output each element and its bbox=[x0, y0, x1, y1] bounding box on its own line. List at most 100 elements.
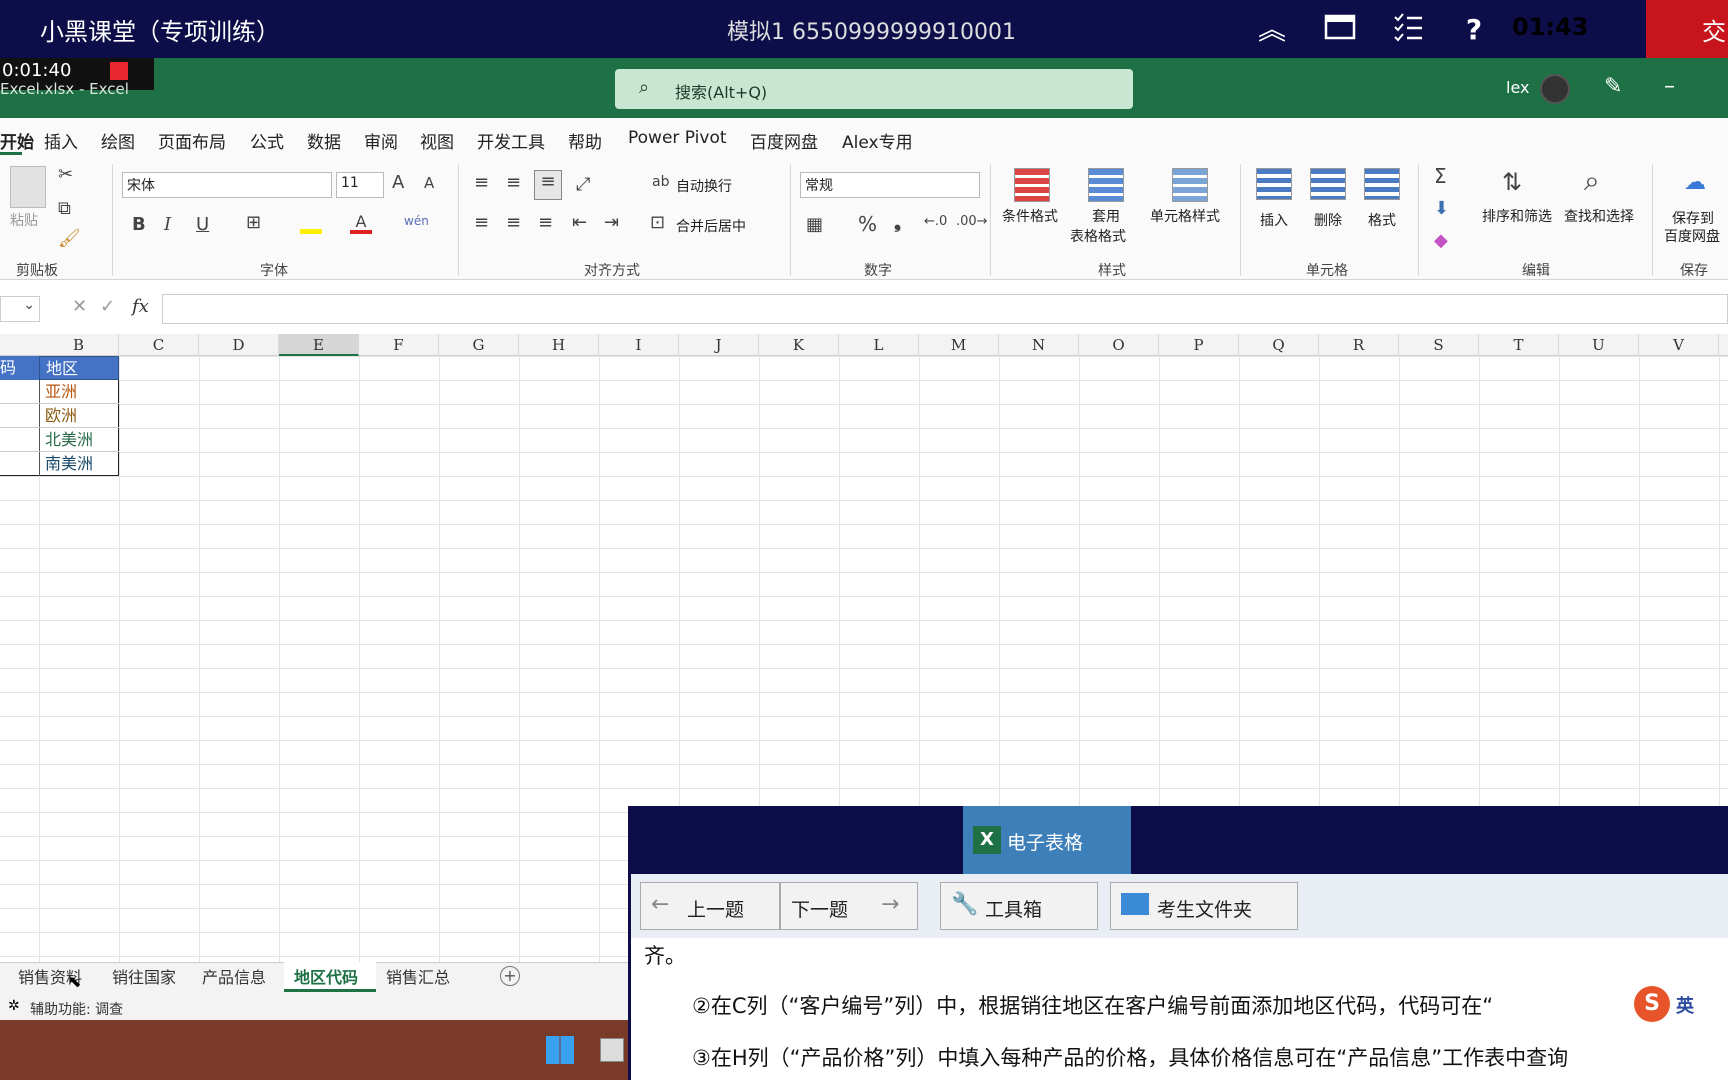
font-color-icon[interactable]: A bbox=[350, 212, 372, 234]
tab-formulas[interactable]: 公式 bbox=[250, 128, 284, 153]
align-middle-icon[interactable]: ≡ bbox=[506, 172, 521, 193]
column-header[interactable]: N bbox=[999, 334, 1079, 356]
formula-input[interactable] bbox=[162, 294, 1728, 324]
conditional-format-icon[interactable] bbox=[1014, 168, 1050, 202]
align-bottom-icon[interactable]: ≡ bbox=[534, 170, 562, 200]
cell-styles-button[interactable]: 单元格样式 bbox=[1150, 206, 1220, 226]
find-select-icon[interactable]: ⌕ bbox=[1584, 164, 1600, 198]
delete-cells-button[interactable]: 删除 bbox=[1314, 210, 1342, 230]
column-header[interactable]: D bbox=[199, 334, 279, 356]
copy-icon[interactable]: ⧉ bbox=[58, 198, 71, 219]
fill-icon[interactable]: ⬇ bbox=[1434, 198, 1449, 219]
autosum-icon[interactable]: Σ bbox=[1434, 164, 1447, 188]
submit-button[interactable]: 交 bbox=[1646, 0, 1728, 58]
candidate-folder-button[interactable]: 考生文件夹 bbox=[1110, 882, 1298, 930]
column-header[interactable]: V bbox=[1639, 334, 1719, 356]
tab-spreadsheet[interactable]: X 电子表格 bbox=[963, 806, 1131, 874]
column-header[interactable]: P bbox=[1159, 334, 1239, 356]
conditional-format-button[interactable]: 条件格式 bbox=[1002, 206, 1058, 226]
format-cells-icon[interactable] bbox=[1364, 168, 1400, 200]
column-header[interactable]: K bbox=[759, 334, 839, 356]
column-header[interactable]: S bbox=[1399, 334, 1479, 356]
avatar[interactable] bbox=[1540, 74, 1570, 104]
tab-draw[interactable]: 绘图 bbox=[101, 128, 135, 153]
paste-icon[interactable] bbox=[10, 166, 46, 208]
shrink-font-button[interactable]: A bbox=[424, 174, 434, 192]
sheet-tab-countries[interactable]: 销往国家 bbox=[112, 964, 176, 988]
orientation-icon[interactable]: ⤢ bbox=[576, 174, 590, 195]
minimize-icon[interactable]: – bbox=[1664, 74, 1675, 99]
insert-cells-button[interactable]: 插入 bbox=[1260, 210, 1288, 230]
format-cells-button[interactable]: 格式 bbox=[1368, 210, 1396, 230]
column-header[interactable]: H bbox=[519, 334, 599, 356]
baidu-cloud-icon[interactable]: ☁ bbox=[1684, 170, 1706, 195]
column-header[interactable]: L bbox=[839, 334, 919, 356]
cancel-formula-icon[interactable]: ✕ bbox=[72, 296, 87, 317]
tab-review[interactable]: 审阅 bbox=[364, 128, 398, 153]
column-header-selected[interactable]: E bbox=[279, 334, 359, 356]
accessibility-status[interactable]: 辅助功能: 调查 bbox=[30, 999, 123, 1019]
merge-center-button[interactable]: 合并后居中 bbox=[676, 216, 746, 236]
column-header[interactable]: U bbox=[1559, 334, 1639, 356]
sheet-tab-sales-summary[interactable]: 销售汇总 bbox=[386, 964, 450, 988]
bold-button[interactable]: B bbox=[132, 214, 146, 235]
column-header[interactable]: G bbox=[439, 334, 519, 356]
window-icon[interactable] bbox=[1322, 12, 1358, 48]
tab-home[interactable]: 开始 bbox=[0, 128, 34, 153]
column-header[interactable]: I bbox=[599, 334, 679, 356]
region-cell[interactable]: 亚洲 bbox=[45, 380, 77, 404]
header-cell-region[interactable]: 地区 bbox=[39, 356, 119, 380]
tab-baidu[interactable]: 百度网盘 bbox=[750, 128, 818, 153]
sheet-tab-region-code[interactable]: 地区代码 bbox=[294, 964, 358, 988]
sort-filter-icon[interactable]: ⇅ bbox=[1502, 168, 1522, 196]
next-question-button[interactable]: 下一题 → bbox=[780, 882, 918, 930]
fill-color-icon[interactable] bbox=[300, 214, 322, 234]
number-format-select[interactable]: 常规 bbox=[800, 172, 980, 198]
currency-icon[interactable]: ▦ bbox=[806, 214, 823, 235]
tab-data[interactable]: 数据 bbox=[307, 128, 341, 153]
record-stop-icon[interactable] bbox=[110, 62, 128, 80]
italic-button[interactable]: I bbox=[164, 214, 171, 235]
tab-insert[interactable]: 插入 bbox=[44, 128, 78, 153]
confirm-formula-icon[interactable]: ✓ bbox=[100, 296, 115, 317]
font-name-select[interactable]: 宋体 bbox=[122, 172, 332, 198]
tab-page-layout[interactable]: 页面布局 bbox=[158, 128, 226, 153]
tab-help[interactable]: 帮助 bbox=[568, 128, 602, 153]
tab-power-pivot[interactable]: Power Pivot bbox=[628, 128, 727, 148]
name-box-dropdown-icon[interactable]: ⌄ bbox=[0, 296, 40, 322]
column-header[interactable]: J bbox=[679, 334, 759, 356]
collapse-up-icon[interactable]: ︽ bbox=[1254, 12, 1290, 48]
insert-function-button[interactable]: fx bbox=[132, 296, 149, 317]
prev-question-button[interactable]: ← 上一题 bbox=[640, 882, 780, 930]
cell-styles-icon[interactable] bbox=[1172, 168, 1208, 202]
column-header[interactable]: Q bbox=[1239, 334, 1319, 356]
question-list-icon[interactable] bbox=[1390, 12, 1426, 48]
region-cell[interactable]: 北美洲 bbox=[45, 428, 93, 452]
toolbox-button[interactable]: 🔧 工具箱 bbox=[940, 882, 1098, 930]
decrease-decimal-icon[interactable]: .00→ bbox=[956, 214, 988, 229]
format-painter-icon[interactable]: 🖌 bbox=[58, 228, 81, 249]
column-header[interactable]: O bbox=[1079, 334, 1159, 356]
header-cell-code[interactable]: 码 bbox=[0, 356, 39, 380]
borders-icon[interactable]: ⊞ bbox=[246, 212, 261, 233]
sort-filter-button[interactable]: 排序和筛选 bbox=[1482, 206, 1552, 226]
column-header[interactable]: T bbox=[1479, 334, 1559, 356]
align-center-icon[interactable]: ≡ bbox=[506, 212, 521, 233]
sheet-tab-product-info[interactable]: 产品信息 bbox=[202, 964, 266, 988]
phonetic-icon[interactable]: wén bbox=[404, 214, 429, 228]
column-header[interactable]: R bbox=[1319, 334, 1399, 356]
user-name[interactable]: lex bbox=[1506, 78, 1529, 97]
insert-cells-icon[interactable] bbox=[1256, 168, 1292, 200]
underline-button[interactable]: U bbox=[196, 214, 209, 235]
column-header[interactable]: B bbox=[39, 334, 119, 356]
align-left-icon[interactable]: ≡ bbox=[474, 212, 489, 233]
pen-icon[interactable]: ✎ bbox=[1604, 74, 1622, 99]
add-sheet-icon[interactable]: + bbox=[500, 966, 520, 986]
column-header[interactable]: M bbox=[919, 334, 999, 356]
decrease-indent-icon[interactable]: ⇤ bbox=[572, 212, 587, 233]
delete-cells-icon[interactable] bbox=[1310, 168, 1346, 200]
tab-view[interactable]: 视图 bbox=[420, 128, 454, 153]
cut-icon[interactable]: ✂ bbox=[58, 164, 73, 185]
save-baidu-button[interactable]: 保存到 bbox=[1672, 208, 1714, 228]
ime-indicator[interactable]: S 英 bbox=[1634, 984, 1728, 1024]
